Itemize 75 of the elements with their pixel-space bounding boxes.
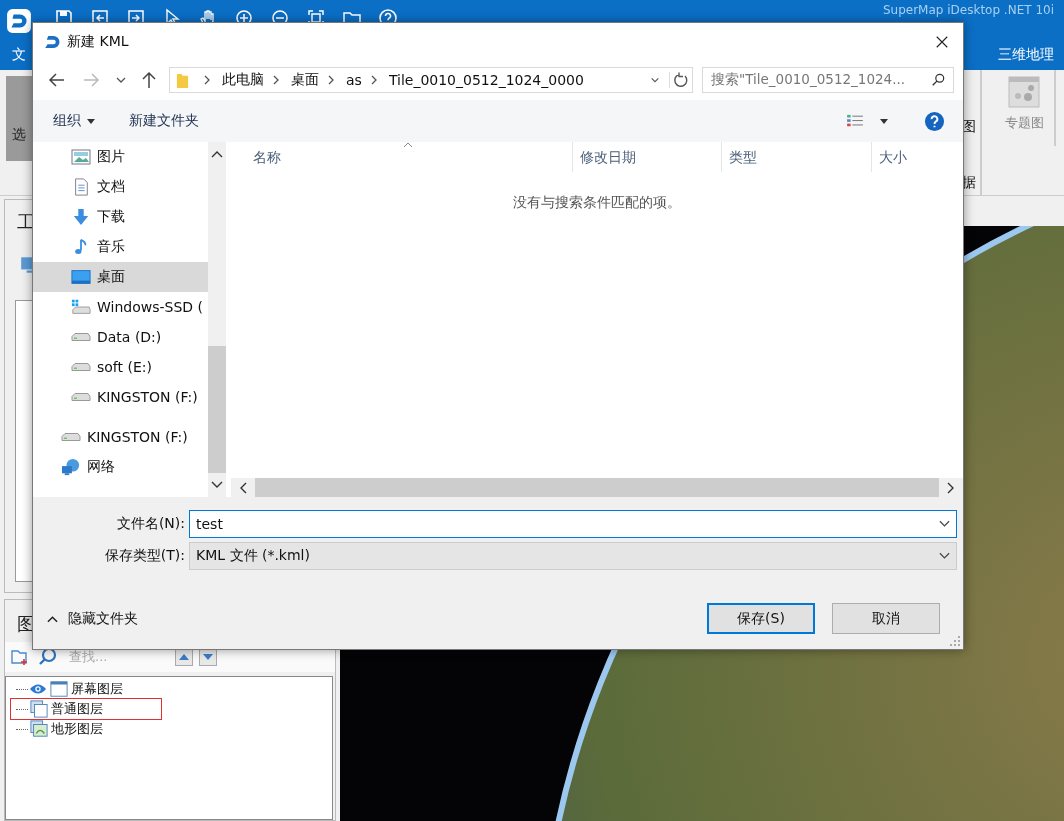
nav-item[interactable]: 音乐: [33, 232, 208, 262]
column-header[interactable]: 修改日期: [573, 142, 722, 172]
nav-item[interactable]: Data (D:): [33, 322, 208, 352]
desktop-icon: [71, 268, 91, 286]
horizontal-scrollbar[interactable]: [231, 478, 963, 497]
drive-icon: [61, 433, 81, 441]
sort-caret-icon: [403, 142, 413, 148]
column-header[interactable]: 类型: [722, 142, 872, 172]
file-name-field[interactable]: test: [189, 510, 957, 538]
terrain-layer-icon: [29, 720, 49, 738]
new-folder-button[interactable]: 新建文件夹: [119, 108, 209, 134]
chevron-right-icon[interactable]: [272, 74, 280, 86]
network-globe-icon: [61, 458, 81, 476]
download-arrow-icon: [71, 208, 91, 226]
nav-item[interactable]: KINGSTON (F:): [33, 422, 208, 452]
caret-icon[interactable]: [880, 118, 888, 124]
nav-item[interactable]: 文档: [33, 172, 208, 202]
dialog-title: 新建 KML: [67, 32, 129, 51]
search-icon: [931, 73, 945, 87]
breadcrumb-item[interactable]: as: [346, 72, 362, 88]
search-field[interactable]: 搜索"Tile_0010_0512_1024...: [702, 67, 954, 93]
layer-item[interactable]: 地形图层: [28, 718, 108, 740]
menu-item[interactable]: 文: [12, 46, 26, 64]
chevron-right-icon[interactable]: [203, 74, 211, 86]
file-name-label: 文件名(N):: [115, 515, 186, 533]
save-button[interactable]: 保存(S): [707, 603, 815, 634]
chevron-up-icon[interactable]: [211, 150, 223, 158]
address-bar[interactable]: 此电脑 桌面 as Tile_0010_0512_1024_0000: [169, 67, 693, 93]
hide-folders-toggle[interactable]: 隐藏文件夹: [41, 608, 144, 629]
chevron-left-icon[interactable]: [239, 481, 247, 494]
close-icon[interactable]: [935, 34, 949, 49]
nav-item[interactable]: 网络: [33, 452, 208, 482]
vertical-scrollbar[interactable]: [208, 142, 226, 497]
breadcrumb-item[interactable]: 桌面: [291, 71, 319, 89]
search-icon[interactable]: [37, 647, 59, 667]
chevron-down-icon[interactable]: [939, 520, 950, 528]
chevron-down-icon[interactable]: [649, 75, 661, 85]
breadcrumb-item[interactable]: 此电脑: [222, 71, 264, 89]
nav-item[interactable]: 下载: [33, 202, 208, 232]
folder-icon: [176, 71, 189, 89]
breadcrumb-item[interactable]: Tile_0010_0512_1024_0000: [388, 72, 584, 88]
picture-icon: [71, 148, 91, 166]
details-view-icon[interactable]: [846, 114, 864, 128]
layer-item[interactable]: 普通图层: [10, 698, 162, 720]
organize-button[interactable]: 组织: [43, 108, 105, 134]
file-type-label: 保存类型(T):: [103, 547, 186, 565]
app-title: SuperMap iDesktop .NET 10i: [882, 3, 1054, 17]
chevron-up-icon: [47, 614, 58, 623]
chevron-down-icon[interactable]: [211, 481, 223, 489]
empty-message: 没有与搜索条件匹配的项。: [513, 194, 681, 210]
layers-icon: [29, 700, 49, 718]
drive-icon: [71, 363, 91, 371]
chevron-right-icon[interactable]: [327, 74, 335, 86]
nav-item[interactable]: Windows-SSD (: [33, 292, 208, 322]
chevron-right-icon[interactable]: [369, 74, 378, 86]
resize-grip-icon[interactable]: [949, 635, 961, 647]
layer-item[interactable]: 屏幕图层: [28, 678, 128, 700]
windows-drive-icon: [71, 298, 91, 316]
thematic-map-icon: [1008, 76, 1040, 108]
cancel-button[interactable]: 取消: [832, 603, 940, 634]
chevron-right-icon[interactable]: [947, 481, 955, 494]
nav-item[interactable]: 桌面: [33, 262, 208, 292]
drive-icon: [71, 393, 91, 401]
window-icon: [49, 680, 69, 698]
column-header[interactable]: 名称: [231, 142, 573, 172]
nav-item[interactable]: KINGSTON (F:): [33, 382, 208, 412]
chevron-down-icon[interactable]: [939, 552, 950, 560]
column-header[interactable]: 大小: [872, 142, 963, 172]
file-type-dropdown[interactable]: KML 文件 (*.kml): [189, 542, 957, 570]
eye-icon[interactable]: [29, 682, 47, 696]
menu-item[interactable]: 三维地理: [998, 46, 1054, 64]
help-icon[interactable]: [924, 110, 945, 132]
drive-icon: [71, 333, 91, 341]
caret-icon: [87, 118, 95, 124]
nav-item[interactable]: soft (E:): [33, 352, 208, 382]
